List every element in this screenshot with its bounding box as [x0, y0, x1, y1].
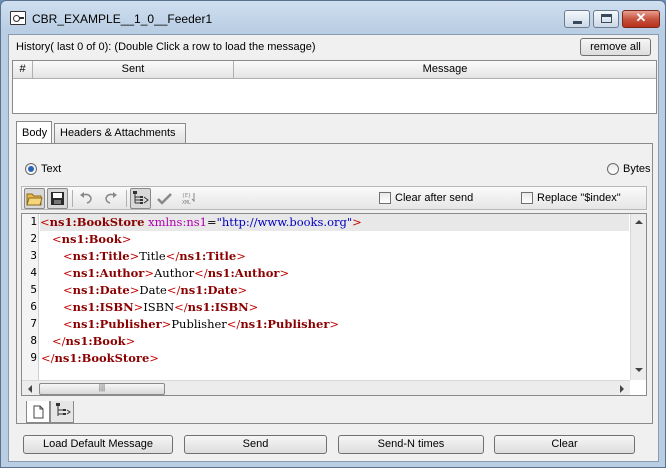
- minimize-icon: [573, 21, 582, 24]
- line-number: 2: [30, 232, 37, 245]
- app-icon: [10, 11, 26, 25]
- svg-text:{E}: {E}: [182, 193, 191, 199]
- horizontal-scroll-thumb[interactable]: |||: [39, 383, 165, 395]
- tree-view-icon: [56, 403, 71, 416]
- xml-format-button[interactable]: {E} XML: [178, 188, 199, 209]
- line-number: 9: [30, 351, 37, 364]
- app-window: CBR_EXAMPLE__1_0__Feeder1 ✕ History( las…: [0, 0, 666, 468]
- replace-index-checkbox[interactable]: [521, 192, 533, 204]
- validate-button[interactable]: [154, 188, 175, 209]
- line-number-gutter: 1 2 3 4 5 6 7 8 9: [22, 214, 39, 380]
- svg-text:XML: XML: [182, 200, 191, 206]
- code-line-8[interactable]: </ns1:Book>: [41, 333, 135, 350]
- scroll-down-arrow-icon[interactable]: [631, 364, 647, 376]
- toolbar-separator: [126, 190, 127, 207]
- close-icon: ✕: [635, 10, 647, 25]
- minimize-button[interactable]: [564, 10, 590, 28]
- vertical-scrollbar[interactable]: [630, 214, 646, 380]
- line-number: 7: [30, 317, 37, 330]
- xml-tree-icon: [133, 191, 149, 204]
- line-number: 4: [30, 266, 37, 279]
- clear-button[interactable]: Clear: [494, 435, 635, 454]
- horizontal-scrollbar[interactable]: |||: [22, 380, 630, 396]
- editor-toolbar: {E} XML Clear after send Replace "$index": [21, 186, 647, 210]
- send-n-times-button[interactable]: Send-N times: [338, 435, 484, 454]
- redo-button[interactable]: [100, 188, 121, 209]
- toolbar-separator: [72, 190, 73, 207]
- tab-text-view[interactable]: [26, 401, 50, 423]
- tab-body[interactable]: Body: [16, 121, 52, 143]
- text-radio[interactable]: [25, 163, 37, 175]
- tab-tree-view[interactable]: [50, 401, 74, 423]
- bytes-radio[interactable]: [607, 163, 619, 175]
- open-button[interactable]: [24, 188, 45, 209]
- line-number: 5: [30, 283, 37, 296]
- scroll-up-arrow-icon[interactable]: [631, 216, 647, 228]
- line-number: 6: [30, 300, 37, 313]
- undo-button[interactable]: [76, 188, 97, 209]
- load-default-message-button[interactable]: Load Default Message: [23, 435, 173, 454]
- scroll-grip-icon: |||: [98, 383, 106, 392]
- scroll-right-arrow-icon[interactable]: [615, 382, 629, 396]
- title-bar[interactable]: CBR_EXAMPLE__1_0__Feeder1 ✕: [1, 1, 665, 35]
- history-table[interactable]: # Sent Message: [12, 60, 657, 114]
- window-title: CBR_EXAMPLE__1_0__Feeder1: [32, 12, 213, 26]
- xml-format-icon: {E}XML: [182, 193, 195, 206]
- replace-index-label: Replace "$index": [537, 192, 621, 204]
- clear-after-send-checkbox[interactable]: [379, 192, 391, 204]
- column-header-message[interactable]: Message: [234, 61, 656, 79]
- code-line-4[interactable]: <ns1:Author>Author</ns1:Author>: [41, 265, 289, 282]
- undo-icon: [80, 192, 92, 204]
- code-line-9[interactable]: </ns1:BookStore>: [41, 350, 159, 367]
- maximize-icon: [601, 14, 612, 23]
- code-line-7[interactable]: <ns1:Publisher>Publisher</ns1:Publisher>: [41, 316, 339, 333]
- text-radio-label: Text: [41, 163, 62, 175]
- open-folder-icon: [26, 193, 43, 206]
- code-line-2[interactable]: <ns1:Book>: [41, 231, 131, 248]
- clear-after-send-label: Clear after send: [395, 192, 474, 204]
- text-view-icon: [33, 405, 44, 419]
- tab-headers-attachments[interactable]: Headers & Attachments: [54, 123, 186, 143]
- redo-icon: [105, 192, 117, 204]
- code-line-6[interactable]: <ns1:ISBN>ISBN</ns1:ISBN>: [41, 299, 258, 316]
- maximize-button[interactable]: [593, 10, 619, 28]
- message-editor[interactable]: 1 2 3 4 5 6 7 8 9 <ns1:BookStore xmlns:n…: [21, 213, 647, 396]
- column-header-number[interactable]: #: [13, 61, 33, 79]
- save-icon: [51, 192, 64, 205]
- code-line-5[interactable]: <ns1:Date>Date</ns1:Date>: [41, 282, 247, 299]
- scroll-left-arrow-icon[interactable]: [23, 382, 37, 396]
- xml-tree-button[interactable]: [130, 188, 151, 209]
- validate-check-icon: [157, 193, 172, 205]
- close-button[interactable]: ✕: [622, 10, 660, 28]
- bytes-radio-label: Bytes: [623, 163, 651, 175]
- code-line-1[interactable]: <ns1:BookStore xmlns:ns1="http://www.boo…: [40, 214, 629, 231]
- feeder-panel: History( last 0 of 0): (Double Click a r…: [8, 34, 659, 462]
- line-number: 1: [30, 215, 37, 228]
- remove-all-button[interactable]: remove all: [580, 38, 651, 56]
- save-button[interactable]: [47, 188, 68, 209]
- line-number: 3: [30, 249, 37, 262]
- code-line-3[interactable]: <ns1:Title>Title</ns1:Title>: [41, 248, 246, 265]
- body-tab-panel: Text Bytes {E} XML Clear after send Repl…: [16, 143, 653, 424]
- send-button[interactable]: Send: [184, 435, 327, 454]
- line-number: 8: [30, 334, 37, 347]
- column-header-sent[interactable]: Sent: [33, 61, 234, 79]
- history-label: History( last 0 of 0): (Double Click a r…: [16, 41, 316, 53]
